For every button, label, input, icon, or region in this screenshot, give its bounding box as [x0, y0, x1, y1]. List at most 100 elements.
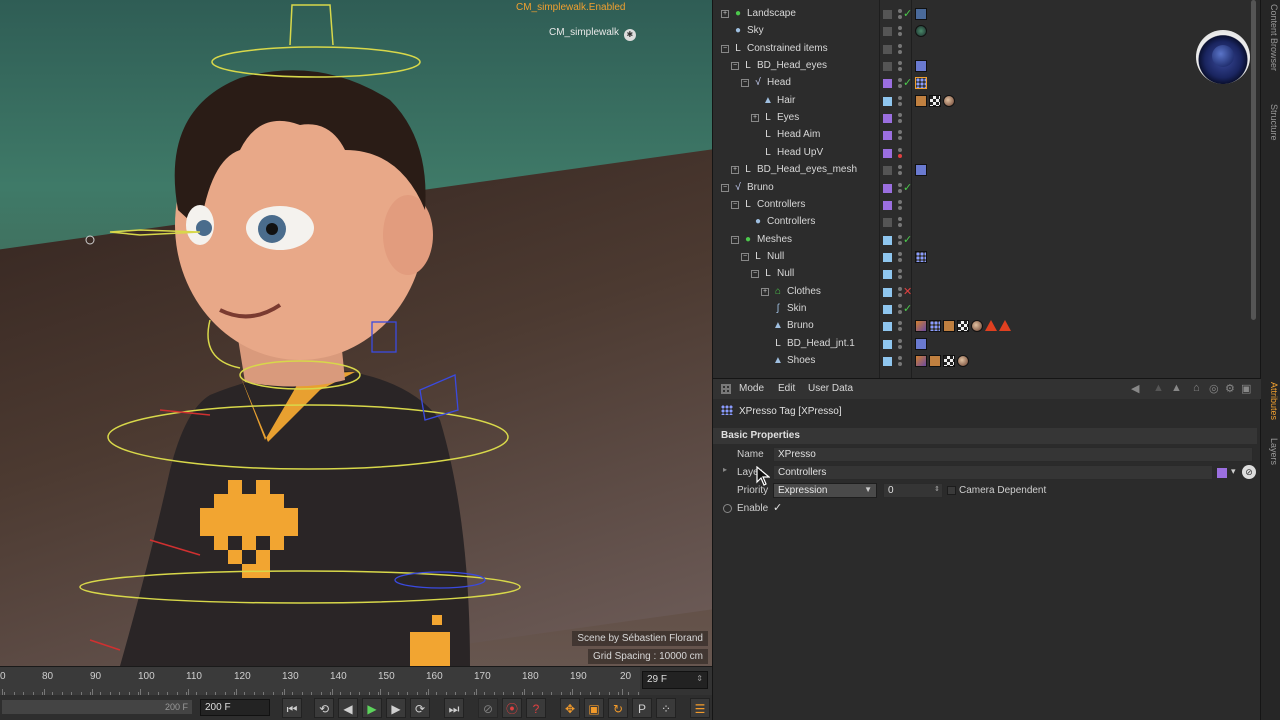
object-row[interactable]: ʃ Skin ✓: [713, 301, 1253, 318]
checker-tag-icon[interactable]: [929, 94, 941, 107]
object-row[interactable]: − √ Bruno ✓: [713, 180, 1253, 197]
object-name[interactable]: Eyes: [777, 112, 799, 123]
priority-number-field[interactable]: 0 ⇕: [883, 483, 943, 498]
object-row[interactable]: L BD_Head_jnt.1: [713, 336, 1253, 353]
xpresso-selected-tag-icon[interactable]: [915, 77, 927, 90]
visibility-dots-icon[interactable]: [897, 217, 903, 228]
enabled-check-icon[interactable]: ✓: [903, 181, 912, 194]
enabled-check-icon[interactable]: ✓: [903, 76, 912, 89]
tree-expander-icon[interactable]: +: [761, 287, 769, 296]
constraint-tag-icon[interactable]: [915, 164, 927, 177]
layer-color-swatch[interactable]: [883, 79, 892, 89]
xpresso-tag-icon[interactable]: [915, 250, 927, 263]
object-row[interactable]: ● Controllers: [713, 214, 1253, 231]
tree-expander-icon[interactable]: +: [731, 166, 739, 175]
warning-tag-icon[interactable]: [999, 320, 1011, 332]
object-name[interactable]: Head Aim: [777, 129, 820, 140]
motion-record-icon[interactable]: ⊘: [478, 698, 498, 718]
object-row[interactable]: + ⌂ Clothes ✕: [713, 284, 1253, 301]
lock-icon[interactable]: ⌂: [1193, 382, 1200, 394]
go-to-end-icon[interactable]: ⏭: [444, 698, 464, 718]
layer-color-swatch[interactable]: [883, 339, 892, 349]
layer-color-swatch[interactable]: [883, 252, 892, 262]
camera-icon[interactable]: ✱: [623, 29, 636, 41]
visibility-dots-icon[interactable]: [897, 251, 903, 263]
sphere-tag-icon[interactable]: [915, 25, 927, 38]
object-row[interactable]: ▲ Bruno: [713, 318, 1253, 335]
visibility-dots-icon[interactable]: [897, 113, 903, 124]
tree-expander-icon[interactable]: −: [721, 183, 729, 192]
object-row[interactable]: + L BD_Head_eyes_mesh: [713, 162, 1253, 179]
visibility-dots-icon[interactable]: [897, 338, 903, 350]
object-row[interactable]: ▲ Shoes: [713, 353, 1253, 370]
visibility-dots-icon[interactable]: [897, 165, 903, 176]
tree-expander-icon[interactable]: −: [751, 270, 759, 279]
next-key-icon[interactable]: ⟳: [410, 698, 430, 718]
pose-tag-icon[interactable]: [929, 355, 941, 367]
layer-color-swatch[interactable]: [883, 322, 892, 332]
layer-color-swatch[interactable]: [883, 27, 892, 37]
play-icon[interactable]: ▶: [362, 698, 382, 718]
object-name[interactable]: Controllers: [767, 216, 815, 227]
current-frame-field[interactable]: 29 F ⇕: [642, 671, 708, 689]
tree-expander-icon[interactable]: +: [751, 114, 759, 123]
object-name[interactable]: Meshes: [757, 234, 792, 245]
visibility-dots-icon[interactable]: [897, 130, 903, 141]
panel-menu-icon[interactable]: ▣: [1241, 382, 1251, 395]
object-name[interactable]: Constrained items: [747, 43, 828, 54]
range-end-field[interactable]: 200 F: [200, 699, 270, 716]
key-rotation-icon[interactable]: ↻: [608, 698, 628, 718]
layer-color-swatch[interactable]: [883, 131, 892, 141]
object-manager-scrollbar[interactable]: [1251, 0, 1256, 320]
previous-frame-icon[interactable]: ◀: [338, 698, 358, 718]
pose-tag-icon[interactable]: [943, 320, 955, 333]
new-window-icon[interactable]: ◎: [1209, 382, 1219, 395]
pose-tag-icon[interactable]: [915, 94, 927, 107]
object-name[interactable]: Hair: [777, 95, 795, 106]
tab-structure[interactable]: Structure: [1263, 104, 1279, 141]
object-name[interactable]: Head UpV: [777, 147, 823, 158]
timeline-ruler[interactable]: 0 80 90 100 110 120 130 140 150 160 170 180 190 20: [0, 667, 640, 695]
enabled-check-icon[interactable]: ✓: [903, 7, 912, 20]
object-name[interactable]: Sky: [747, 25, 764, 36]
object-row[interactable]: L Head UpV: [713, 145, 1253, 162]
tab-layers[interactable]: Layers: [1263, 438, 1279, 465]
menu-user-data[interactable]: User Data: [808, 383, 853, 394]
object-name[interactable]: Controllers: [757, 199, 805, 210]
object-name[interactable]: Null: [777, 268, 794, 279]
object-row[interactable]: − L Null: [713, 266, 1253, 283]
tree-expander-icon[interactable]: −: [741, 79, 749, 88]
menu-edit[interactable]: Edit: [778, 383, 795, 394]
object-row[interactable]: − √ Head ✓: [713, 75, 1253, 92]
object-row[interactable]: − L Null: [713, 249, 1253, 266]
layer-color-swatch[interactable]: [883, 287, 892, 297]
tree-expander-icon[interactable]: −: [741, 252, 749, 261]
layer-color-swatch[interactable]: [883, 200, 892, 210]
key-pla-icon[interactable]: ⁘: [656, 698, 676, 718]
layer-color-swatch[interactable]: [883, 148, 892, 158]
panel-grid-icon[interactable]: [721, 384, 731, 394]
camera-dependent-checkbox[interactable]: [947, 486, 956, 495]
enabled-check-icon[interactable]: ✓: [903, 302, 912, 315]
3d-viewport[interactable]: CM_simplewalk.Enabled CM_simplewalk ✱ Sc…: [0, 0, 712, 666]
xpresso-tag-icon[interactable]: [929, 320, 941, 333]
timeline-menu-icon[interactable]: ☰: [690, 698, 710, 718]
enable-checkbox[interactable]: ✓: [773, 501, 782, 514]
object-name[interactable]: BD_Head_jnt.1: [787, 338, 855, 349]
layer-color-swatch[interactable]: [883, 218, 892, 228]
layer-field[interactable]: Controllers: [773, 465, 1213, 480]
object-name[interactable]: BD_Head_eyes_mesh: [757, 164, 857, 175]
layer-color-swatch[interactable]: [883, 96, 892, 106]
layer-color-swatch[interactable]: [883, 235, 892, 245]
layer-color-swatch[interactable]: [883, 357, 892, 366]
visibility-dots-icon[interactable]: [897, 95, 903, 107]
object-name[interactable]: Null: [767, 251, 784, 262]
layer-color-swatch[interactable]: [883, 10, 892, 19]
tree-expander-icon[interactable]: −: [731, 200, 739, 209]
tree-expander-icon[interactable]: −: [731, 235, 739, 244]
next-frame-icon[interactable]: ▶: [386, 698, 406, 718]
object-manager[interactable]: + ● Landscape ✓ ● Sky − L Constrained items − L BD_…: [712, 0, 1260, 378]
object-row[interactable]: + L Eyes: [713, 110, 1253, 127]
visibility-dots-icon[interactable]: [897, 321, 903, 332]
go-to-start-icon[interactable]: ⏮: [282, 698, 302, 718]
